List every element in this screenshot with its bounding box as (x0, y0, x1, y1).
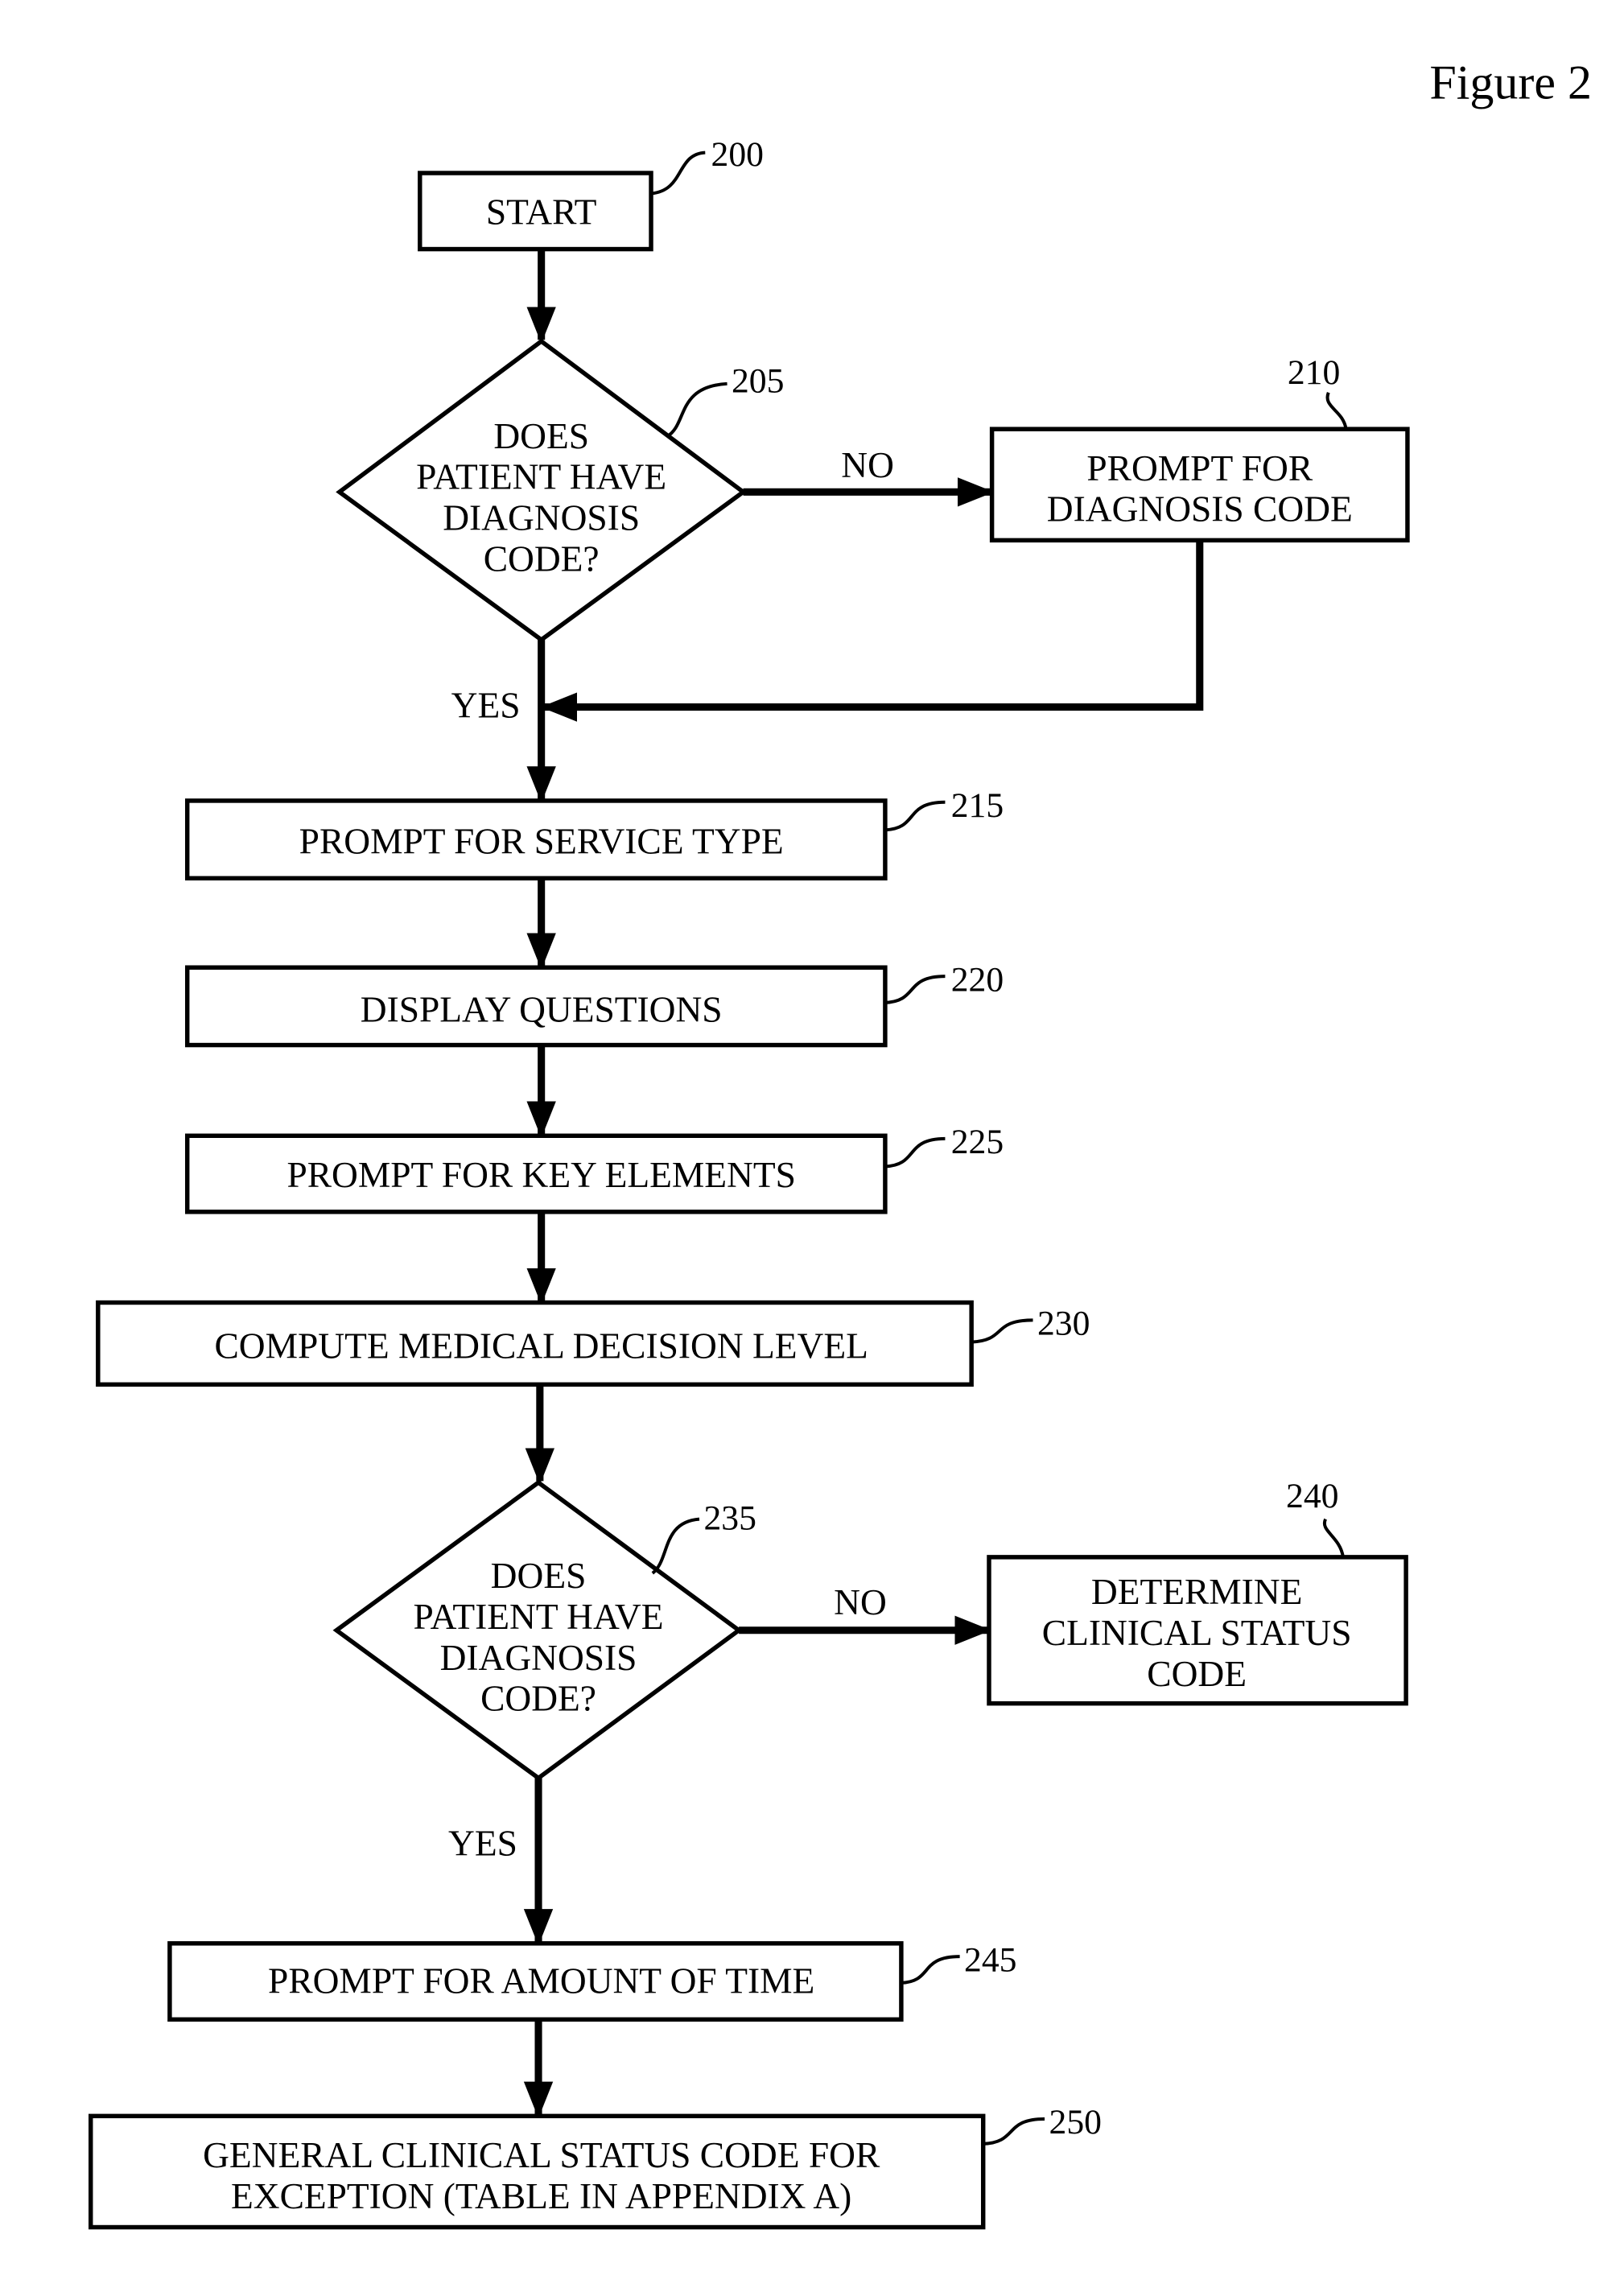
leader-235 (651, 1517, 700, 1575)
ref-230: 230 (1037, 1305, 1090, 1343)
svg-text:CLINICAL STATUS: CLINICAL STATUS (1042, 1612, 1352, 1653)
leader-205 (666, 381, 728, 438)
process-220: DISPLAY QUESTIONS (184, 965, 888, 1048)
start-box: START (418, 171, 653, 252)
leader-220 (884, 975, 946, 1004)
leader-210 (1325, 391, 1348, 430)
ref-235: 235 (703, 1498, 756, 1537)
figure-title: Figure 2 (1429, 56, 1592, 109)
ref-200: 200 (711, 135, 764, 174)
process-240: DETERMINE CLINICAL STATUS CODE (987, 1555, 1408, 1706)
process-215: PROMPT FOR SERVICE TYPE (184, 798, 888, 881)
svg-text:DOES: DOES (493, 415, 589, 456)
ref-205: 205 (732, 362, 784, 401)
svg-text:PATIENT HAVE: PATIENT HAVE (414, 1596, 664, 1637)
ref-240: 240 (1286, 1477, 1338, 1515)
edge-label-yes-235: YES (448, 1823, 517, 1864)
svg-text:GENERAL CLINICAL STATUS CODE F: GENERAL CLINICAL STATUS CODE FOR (203, 2134, 880, 2175)
ref-210: 210 (1288, 353, 1340, 392)
leader-250 (983, 2117, 1045, 2146)
svg-text:DETERMINE: DETERMINE (1091, 1571, 1303, 1612)
leader-245 (901, 1955, 960, 1985)
ref-245: 245 (964, 1940, 1016, 1979)
leader-230 (971, 1318, 1033, 1344)
svg-text:PROMPT FOR SERVICE TYPE: PROMPT FOR SERVICE TYPE (299, 820, 784, 861)
svg-text:PATIENT HAVE: PATIENT HAVE (416, 456, 666, 497)
svg-text:CODE?: CODE? (480, 1678, 596, 1719)
start-label: START (486, 192, 597, 233)
process-230: COMPUTE MEDICAL DECISION LEVEL (96, 1300, 974, 1387)
process-250: GENERAL CLINICAL STATUS CODE FOR EXCEPTI… (88, 2113, 986, 2230)
svg-text:DOES: DOES (491, 1555, 587, 1596)
edge-label-no-235: NO (834, 1581, 887, 1622)
svg-text:PROMPT FOR: PROMPT FOR (1086, 447, 1313, 488)
svg-text:DIAGNOSIS: DIAGNOSIS (440, 1637, 637, 1678)
svg-text:PROMPT FOR AMOUNT OF TIME: PROMPT FOR AMOUNT OF TIME (268, 1960, 814, 2001)
ref-225: 225 (951, 1123, 1004, 1161)
svg-text:PROMPT FOR KEY ELEMENTS: PROMPT FOR KEY ELEMENTS (286, 1154, 795, 1195)
ref-215: 215 (951, 786, 1004, 825)
svg-text:CODE: CODE (1147, 1653, 1247, 1694)
svg-text:CODE?: CODE? (484, 538, 600, 579)
edge-label-no-205: NO (841, 444, 894, 485)
svg-text:COMPUTE MEDICAL DECISION LEVEL: COMPUTE MEDICAL DECISION LEVEL (214, 1325, 868, 1367)
svg-text:DISPLAY QUESTIONS: DISPLAY QUESTIONS (361, 988, 723, 1029)
leader-225 (884, 1136, 946, 1169)
edge-label-yes-205: YES (451, 684, 521, 725)
svg-text:EXCEPTION (TABLE IN APPENDIX A: EXCEPTION (TABLE IN APPENDIX A) (231, 2175, 851, 2216)
ref-220: 220 (951, 960, 1004, 999)
process-210: PROMPT FOR DIAGNOSIS CODE (989, 427, 1410, 543)
leader-240 (1322, 1518, 1345, 1558)
process-245: PROMPT FOR AMOUNT OF TIME (167, 1941, 904, 2022)
leader-200 (650, 150, 706, 196)
process-225: PROMPT FOR KEY ELEMENTS (184, 1133, 888, 1214)
svg-text:DIAGNOSIS CODE: DIAGNOSIS CODE (1047, 488, 1353, 530)
decision-205: DOES PATIENT HAVE DIAGNOSIS CODE? (336, 338, 748, 643)
ref-250: 250 (1049, 2103, 1102, 2142)
svg-text:DIAGNOSIS: DIAGNOSIS (443, 497, 640, 538)
leader-215 (884, 800, 946, 832)
flowchart: Figure 2 START 200 DOES PATIENT HAVE DIA… (88, 56, 1592, 2230)
